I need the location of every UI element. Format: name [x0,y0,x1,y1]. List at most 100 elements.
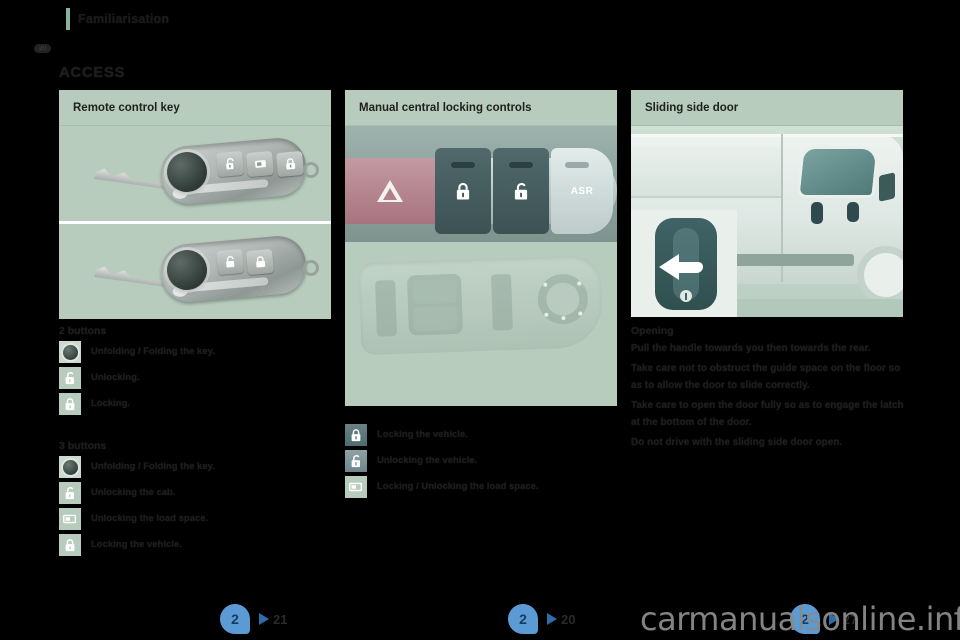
panel-manual-heading: Manual central locking controls [345,90,617,126]
hazard-warning-button-icon [345,158,435,224]
key-fob-button-icon [59,341,81,363]
legend-row: Unlocking. [59,367,331,389]
legend-row: Unfolding / Folding the key. [59,341,331,363]
mirror-adjust-dial [536,273,589,325]
handle-detail-inset [631,210,737,317]
button-indicator [565,162,589,168]
pull-direction-arrow-icon [659,254,679,280]
legend-label: Unfolding / Folding the key. [91,346,215,357]
panel-sliding-side-door: Sliding side door [631,90,903,317]
legend-row: Locking the vehicle. [59,534,331,556]
instruction-paragraph: Do not drive with the sliding side door … [631,437,843,448]
legend-label: Unlocking the load space. [91,513,209,524]
lock-icon [59,534,81,556]
remote-key-3-button-image [59,126,331,221]
legend-label: Unfolding / Folding the key. [91,461,215,472]
key-unlock-button-icon [216,248,244,276]
lock-icon [345,424,367,446]
instruction-paragraph: Pull the handle towards you then towards… [631,343,871,354]
door-handle-detail [655,218,717,310]
manual-page: Familiarisation 20 ACCESS Remote control… [0,0,960,640]
sliding-door-handle-icon [811,202,823,224]
lock-glyph [351,429,361,442]
van-sliding-door-image [631,126,903,317]
page-header: Familiarisation [66,8,169,30]
load-space-icon [59,508,81,530]
lock-glyph [65,398,75,411]
header-rule [66,8,70,30]
page-title: Familiarisation [78,12,170,26]
site-watermark: carmanualsonline.info [640,600,960,638]
window-switch-rear [413,305,458,332]
van-side-panel [631,146,781,198]
panel-remote-body [59,126,331,319]
legend-three-buttons-title: 3 buttons [59,440,107,452]
key-barrel-icon [680,290,692,302]
key-lock-button-icon [276,150,304,178]
legend-two-buttons-title: 2 buttons [59,325,107,337]
legend-label: Locking / Unlocking the load space. [377,481,539,492]
page-arrow-icon [547,613,557,625]
van-cab-window [796,146,880,198]
unlock-cab-icon [59,482,81,504]
van-side-sill [729,254,854,266]
legend-row: Unlocking the load space. [59,508,331,530]
legend-row: Locking the vehicle. [345,424,617,446]
footer-middle: 2 20 [508,604,575,634]
opening-heading: Opening [631,325,674,337]
unlock-icon [59,367,81,389]
legend-label: Locking the vehicle. [91,539,182,550]
cab-door-handle-icon [847,202,859,222]
page-marker-number: 20 [39,45,46,52]
van-front-wheel [857,246,903,304]
central-locking-lock-button [435,148,491,234]
unlock-glyph [351,455,360,468]
legend-two-buttons: 2 buttons Unfolding / Folding the key. U… [59,325,331,419]
load-space-icon [345,476,367,498]
key-unlock-button-icon [216,150,244,178]
door-control-panel-image [345,242,617,368]
hazard-triangle-icon [377,180,403,202]
instruction-paragraph: Take care to open the door fully so as t… [631,400,904,428]
chapter-badge: 2 [508,604,538,634]
page-marker: 20 [34,44,51,53]
pull-direction-arrow-tail [677,262,703,273]
key-fob-3-button [81,135,320,212]
load-space-glyph [254,160,266,168]
window-switch-front [412,278,457,305]
legend-row: Unfolding / Folding the key. [59,456,331,478]
legend-label: Unlocking the vehicle. [377,455,478,466]
key-fob-2-button [81,233,320,310]
mirror-switch-column [490,273,513,331]
panel-sliding-body [631,126,903,317]
unlock-glyph [225,158,234,170]
key-load-space-button-icon [246,150,274,178]
unlock-icon [514,183,528,200]
panel-manual-body: ASR [345,126,617,368]
key-ring-icon [302,259,320,277]
legend-three-buttons: 3 buttons Unfolding / Folding the key. U… [59,440,331,560]
instruction-paragraph: Take care not to obstruct the guide spac… [631,363,901,391]
section-title: ACCESS [59,64,126,81]
legend-row: Locking / Unlocking the load space. [345,476,617,498]
asr-button: ASR [551,148,613,234]
key-lock-button-icon [246,248,274,276]
legend-row: Locking. [59,393,331,415]
remote-key-2-button-image [59,224,331,319]
legend-central-locking: Locking the vehicle. Unlocking the vehic… [345,424,617,502]
dashboard-switch-panel-image: ASR [345,126,617,242]
legend-label: Unlocking. [91,372,140,383]
footer-left: 2 21 [220,604,287,634]
lock-icon [456,182,470,200]
unlock-icon [345,450,367,472]
van-mirror-icon [879,172,895,202]
panel-remote-heading: Remote control key [59,90,331,126]
load-space-glyph [63,514,77,524]
legend-label: Locking. [91,398,131,409]
sliding-door-instructions: Opening Pull the handle towards you then… [631,325,906,454]
legend-label: Locking the vehicle. [377,429,468,440]
legend-label: Unlocking the cab. [91,487,176,498]
page-reference: 21 [259,612,287,627]
panel-sliding-heading: Sliding side door [631,90,903,126]
load-space-glyph [349,482,363,492]
